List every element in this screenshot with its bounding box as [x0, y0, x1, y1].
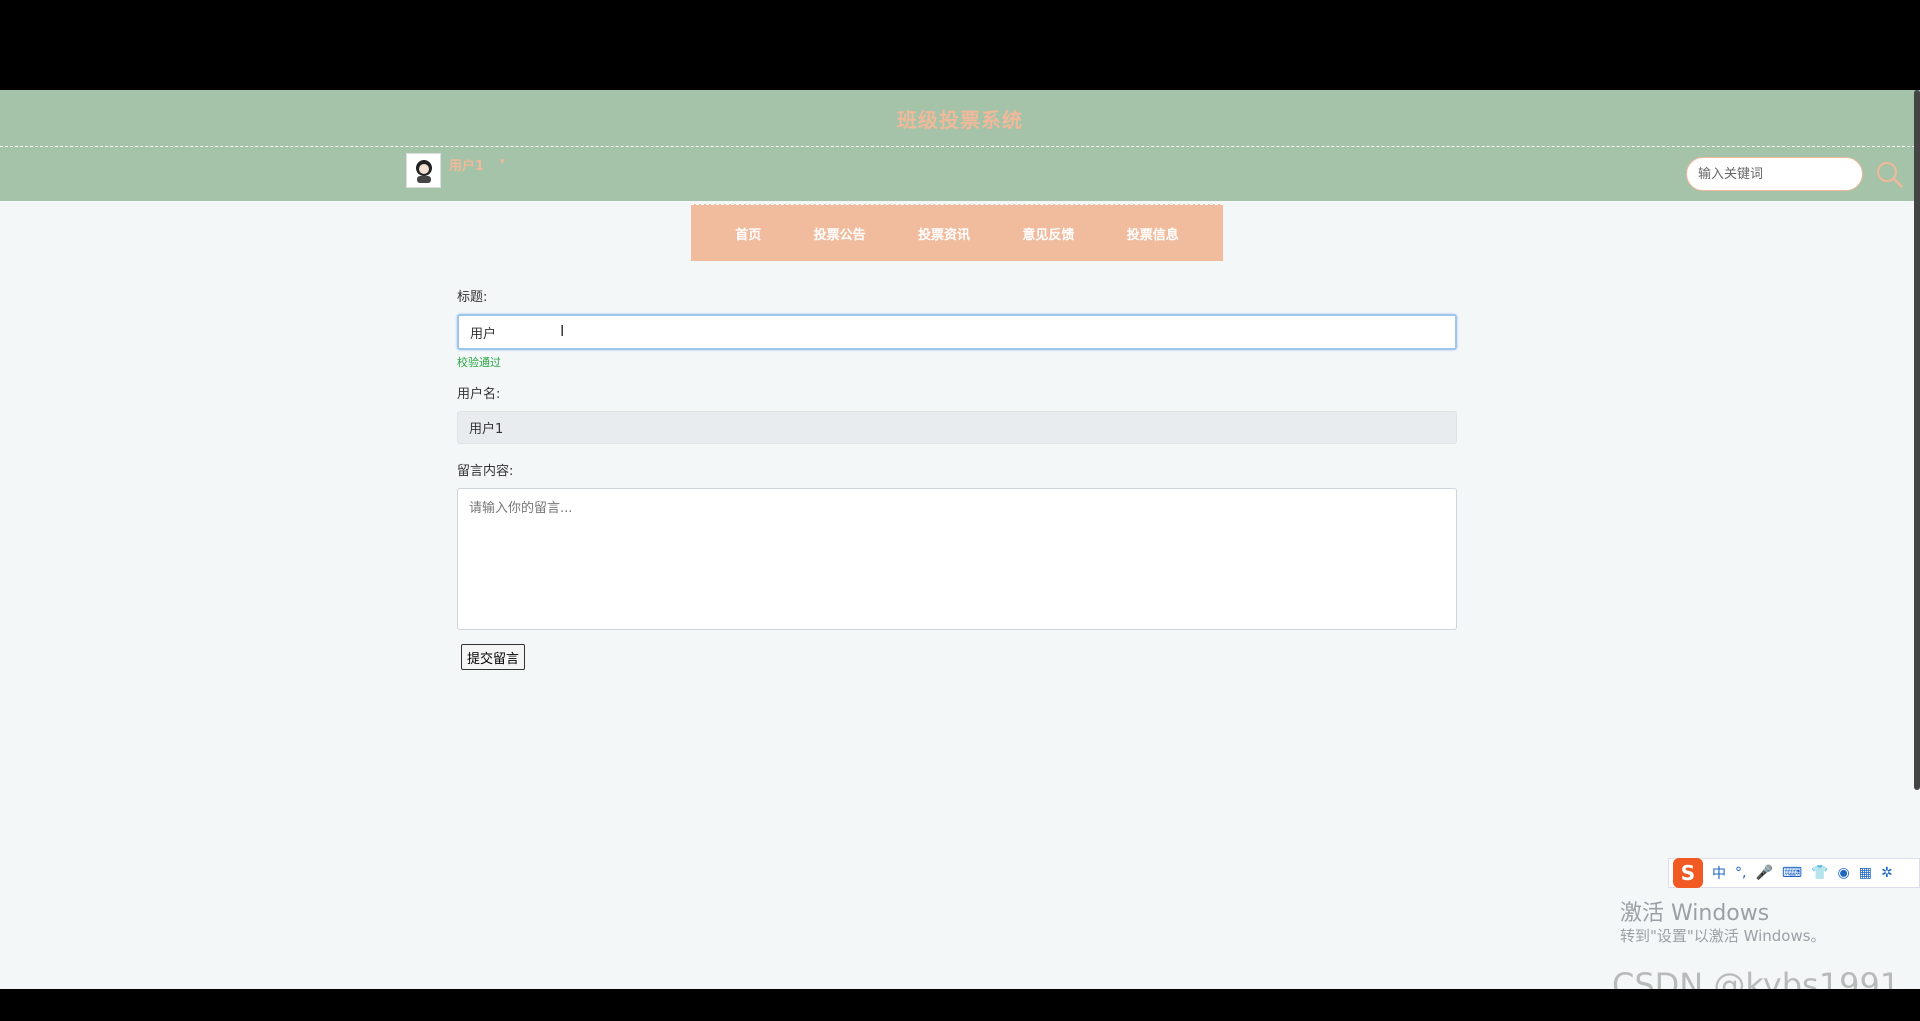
avatar[interactable]: [406, 153, 441, 188]
microphone-icon[interactable]: 🎤: [1755, 865, 1772, 881]
ime-chinese-mode[interactable]: 中: [1712, 863, 1726, 883]
nav-item-vote-announcements[interactable]: 投票公告: [814, 224, 866, 243]
search-button[interactable]: [1875, 160, 1905, 190]
activate-windows-title: 激活 Windows: [1620, 901, 1770, 926]
search-icon: [1877, 162, 1903, 188]
main-nav: 首页 投票公告 投票资讯 意见反馈 投票信息: [691, 204, 1223, 261]
page: 班级投票系统 用户1 ▾ 首页 投票公告 投票资讯 意见反馈 投: [0, 90, 1920, 989]
nav-item-vote-news[interactable]: 投票资讯: [918, 224, 970, 243]
toolbox-icon[interactable]: ▦: [1859, 865, 1872, 881]
screen-top-border: [0, 0, 1920, 90]
site-title: 班级投票系统: [897, 108, 1023, 132]
title-label: 标题:: [457, 290, 488, 305]
message-form: 标题: 校验通过 用户名: 留言内容: 提交留言: [457, 286, 1457, 670]
title-input[interactable]: [457, 314, 1457, 350]
sogou-logo-icon[interactable]: S: [1673, 858, 1703, 888]
settings-icon[interactable]: ✲: [1881, 865, 1893, 881]
skin-icon[interactable]: 👕: [1811, 865, 1828, 881]
activate-windows-subtitle: 转到"设置"以激活 Windows。: [1620, 927, 1826, 945]
ime-toolbar: S 中 °, 🎤 ⌨ 👕 ◉ ▦ ✲: [1668, 858, 1920, 888]
header-divider: [0, 146, 1920, 147]
message-textarea[interactable]: [457, 488, 1457, 630]
ime-punctuation-icon[interactable]: °,: [1735, 865, 1746, 881]
header: 班级投票系统 用户1 ▾: [0, 90, 1920, 201]
assistant-icon[interactable]: ◉: [1838, 865, 1850, 881]
username-field: [457, 411, 1457, 444]
chevron-down-icon[interactable]: ▾: [500, 157, 505, 167]
screen-bottom-border: [0, 989, 1920, 1021]
submit-message-button[interactable]: 提交留言: [461, 644, 526, 670]
avatar-icon: [415, 159, 432, 183]
nav-item-vote-info[interactable]: 投票信息: [1127, 224, 1179, 243]
nav-item-home[interactable]: 首页: [735, 224, 761, 243]
nav-item-feedback[interactable]: 意见反馈: [1022, 224, 1074, 243]
content-label: 留言内容:: [457, 464, 514, 479]
scrollbar[interactable]: [1914, 90, 1920, 790]
title-valid-message: 校验通过: [457, 356, 501, 369]
text-cursor-icon: I: [560, 322, 565, 340]
keyboard-icon[interactable]: ⌨: [1782, 865, 1802, 881]
search-input[interactable]: [1686, 157, 1863, 191]
csdn-watermark: CSDN @kybs1991: [1612, 966, 1901, 989]
username-label: 用户名:: [457, 387, 501, 402]
user-menu[interactable]: 用户1 ▾: [406, 153, 505, 188]
username[interactable]: 用户1: [449, 155, 484, 174]
